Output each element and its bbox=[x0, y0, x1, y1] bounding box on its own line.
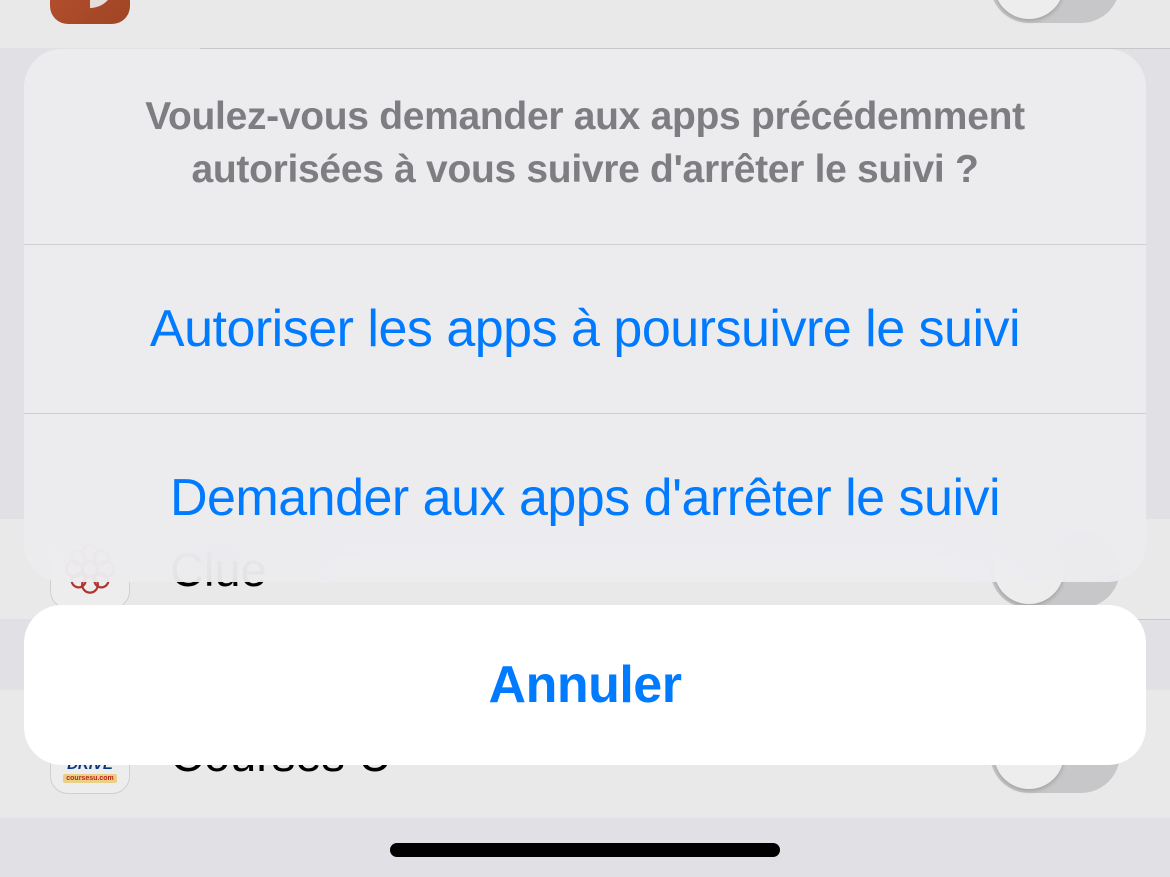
app-icon bbox=[50, 0, 130, 24]
action-sheet-header: Voulez-vous demander aux apps précédemme… bbox=[24, 49, 1146, 245]
allow-tracking-button[interactable]: Autoriser les apps à poursuivre le suivi bbox=[24, 245, 1146, 414]
cancel-button[interactable]: Annuler bbox=[24, 605, 1146, 765]
app-row bbox=[0, 0, 1170, 48]
coursesu-sub-icon: coursesu.com bbox=[63, 774, 116, 783]
action-sheet-main: Voulez-vous demander aux apps précédemme… bbox=[24, 49, 1146, 582]
home-indicator bbox=[390, 843, 780, 857]
stop-tracking-button[interactable]: Demander aux apps d'arrêter le suivi bbox=[24, 414, 1146, 582]
action-sheet-title: Voulez-vous demander aux apps précédemme… bbox=[74, 91, 1096, 196]
toggle-switch[interactable] bbox=[990, 0, 1120, 23]
